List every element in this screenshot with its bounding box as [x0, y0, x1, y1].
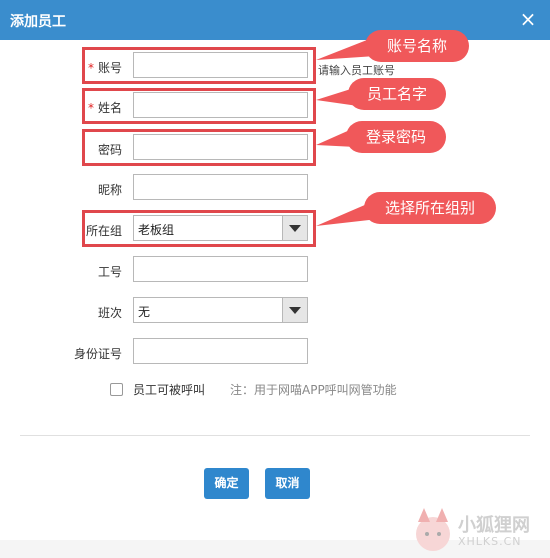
callout-name: 员工名字 [348, 78, 446, 110]
callout-password: 登录密码 [346, 121, 446, 153]
fox-logo-icon [416, 508, 450, 551]
callout-account: 账号名称 [365, 30, 469, 62]
callout-group: 选择所在组别 [364, 192, 496, 224]
watermark-text: 小狐狸网 [458, 515, 530, 536]
callout-pointers [316, 38, 378, 226]
watermark-sub: XHLKS.CN [458, 535, 522, 548]
